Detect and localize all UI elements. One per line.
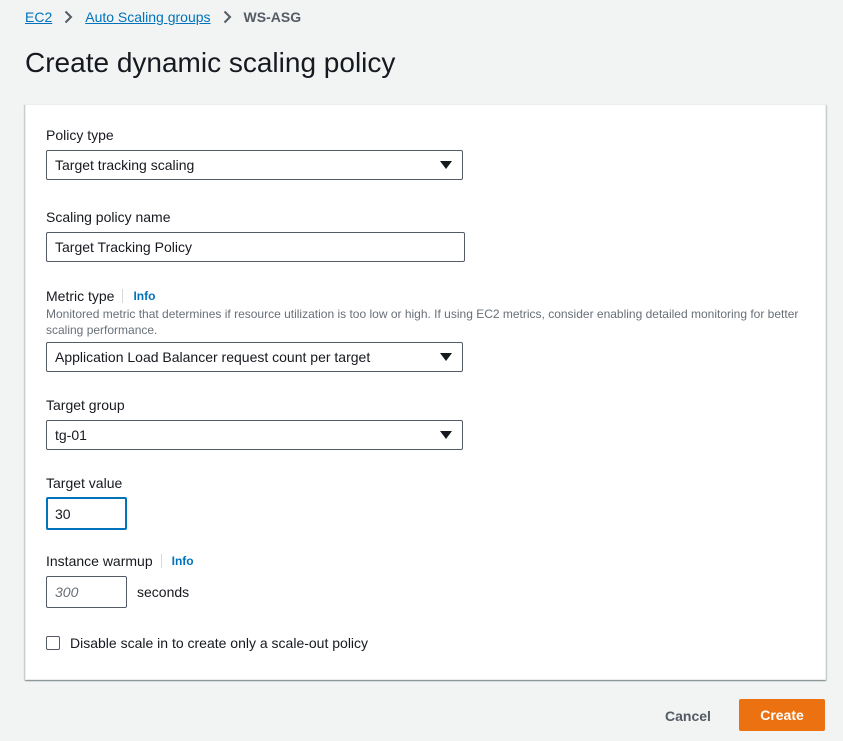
target-group-label: Target group [46,397,125,413]
target-value-input[interactable] [46,497,127,530]
create-button[interactable]: Create [739,699,825,731]
divider [160,554,162,568]
policy-form-panel: Policy type Target tracking scaling Scal… [25,104,826,680]
instance-warmup-unit: seconds [137,584,190,600]
breadcrumb-auto-scaling-groups-link[interactable]: Auto Scaling groups [85,9,210,25]
cancel-button[interactable]: Cancel [650,700,726,731]
metric-type-description: Monitored metric that determines if reso… [46,307,799,337]
metric-type-label: Metric type [46,288,115,304]
instance-warmup-info-link[interactable]: Info [172,554,194,568]
metric-type-select[interactable]: Application Load Balancer request count … [46,342,463,372]
policy-name-input[interactable] [46,232,465,262]
metric-type-label-row: Metric type Info [46,288,155,304]
target-value-label: Target value [46,475,123,491]
caret-down-icon [440,353,452,361]
disable-scale-in-label: Disable scale in to create only a scale-… [70,635,369,651]
instance-warmup-input[interactable] [46,576,127,608]
instance-warmup-label: Instance warmup [46,553,153,569]
policy-type-value: Target tracking scaling [55,157,195,173]
target-group-select[interactable]: tg-01 [46,420,463,450]
policy-type-label: Policy type [46,127,114,143]
target-group-value: tg-01 [55,427,87,443]
divider [122,289,124,303]
metric-type-value: Application Load Balancer request count … [55,349,371,365]
breadcrumb-current: WS-ASG [243,9,302,25]
chevron-right-icon [64,10,73,24]
breadcrumb: EC2 Auto Scaling groups WS-ASG [25,7,301,27]
policy-type-select[interactable]: Target tracking scaling [46,150,463,180]
policy-name-label: Scaling policy name [46,209,171,225]
breadcrumb-ec2-link[interactable]: EC2 [25,9,52,25]
chevron-right-icon [223,10,232,24]
caret-down-icon [440,161,452,169]
disable-scale-in-checkbox[interactable] [46,636,60,650]
instance-warmup-label-row: Instance warmup Info [46,553,194,569]
disable-scale-in-option[interactable]: Disable scale in to create only a scale-… [46,635,368,651]
page-title: Create dynamic scaling policy [25,47,396,78]
caret-down-icon [440,431,452,439]
metric-type-info-link[interactable]: Info [133,289,155,303]
